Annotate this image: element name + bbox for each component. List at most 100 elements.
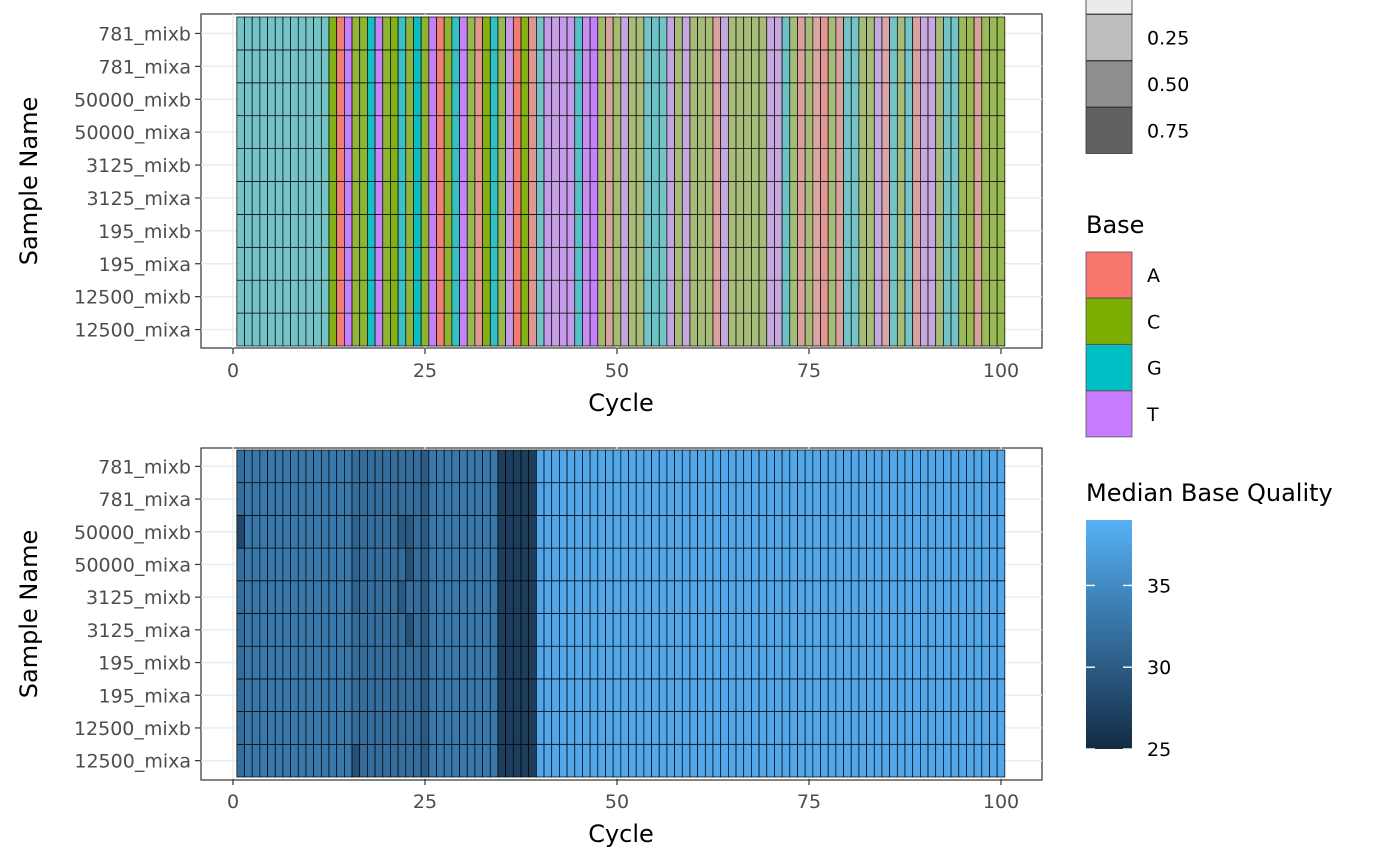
heatmap-cell xyxy=(313,580,322,614)
heatmap-cell xyxy=(927,515,937,549)
heatmap-cell xyxy=(935,82,944,117)
heatmap-cell xyxy=(382,49,391,84)
heatmap-cell xyxy=(689,181,698,215)
base-legend-label: C xyxy=(1147,311,1160,333)
heatmap-cell xyxy=(290,743,299,778)
heatmap-cell xyxy=(843,214,852,248)
heatmap-cell xyxy=(804,49,814,84)
heatmap-cell xyxy=(582,613,591,647)
heatmap-cell xyxy=(827,279,837,314)
heatmap-cell xyxy=(259,743,268,778)
heatmap-cell xyxy=(605,82,614,117)
heatmap-cell xyxy=(328,312,338,347)
heatmap-cell xyxy=(612,449,622,484)
heatmap-cell xyxy=(612,678,622,712)
heatmap-cell xyxy=(743,246,752,281)
heatmap-cell xyxy=(789,181,798,215)
heatmap-cell xyxy=(943,678,952,712)
heatmap-cell xyxy=(605,181,614,215)
heatmap-cell xyxy=(735,312,745,347)
heatmap-cell xyxy=(466,743,476,778)
heatmap-cell xyxy=(474,613,483,647)
heatmap-cell xyxy=(681,312,691,347)
heatmap-cell xyxy=(912,148,921,182)
heatmap-cell xyxy=(827,580,837,614)
heatmap-cell xyxy=(282,82,291,117)
heatmap-cell xyxy=(858,449,867,484)
heatmap-cell xyxy=(728,246,737,281)
heatmap-cell xyxy=(344,645,353,680)
heatmap-cell xyxy=(405,515,414,549)
heatmap-cell xyxy=(920,678,929,712)
heatmap-cell xyxy=(474,482,483,516)
heatmap-cell xyxy=(943,645,952,680)
heatmap-cell xyxy=(520,580,530,614)
heatmap-cell xyxy=(489,711,499,745)
heatmap-cell xyxy=(958,515,967,549)
heatmap-cell xyxy=(413,613,422,647)
heatmap-cell xyxy=(850,482,860,516)
heatmap-cell xyxy=(835,279,844,314)
heatmap-cell xyxy=(620,49,629,84)
heatmap-cell xyxy=(781,515,791,549)
heatmap-cell xyxy=(912,613,921,647)
heatmap-cell xyxy=(966,82,975,117)
heatmap-cell xyxy=(359,482,368,516)
heatmap-cell xyxy=(336,16,345,51)
heatmap-cell xyxy=(973,148,983,182)
heatmap-cell xyxy=(866,613,875,647)
heatmap-cell xyxy=(850,449,860,484)
heatmap-cell xyxy=(804,613,814,647)
heatmap-cell xyxy=(359,580,368,614)
heatmap-cell xyxy=(904,181,914,215)
heatmap-cell xyxy=(267,49,276,84)
heatmap-cell xyxy=(712,449,722,484)
heatmap-cell xyxy=(559,115,568,149)
heatmap-cell xyxy=(612,279,622,314)
heatmap-cell xyxy=(912,49,921,84)
heatmap-cell xyxy=(628,16,637,51)
heatmap-cell xyxy=(551,115,560,149)
heatmap-cell xyxy=(328,645,338,680)
heatmap-cell xyxy=(474,181,483,215)
heatmap-cell xyxy=(720,148,729,182)
heatmap-cell xyxy=(497,547,506,582)
heatmap-cell xyxy=(259,49,268,84)
x-tick-label: 25 xyxy=(413,360,437,382)
heatmap-cell xyxy=(820,246,829,281)
heatmap-cell xyxy=(390,743,399,778)
top-panel: 12500_mixa12500_mixb195_mixa195_mixb3125… xyxy=(15,13,1043,417)
heatmap-cell xyxy=(328,580,338,614)
heatmap-cell xyxy=(628,547,637,582)
heatmap-cell xyxy=(651,49,660,84)
heatmap-cell xyxy=(297,743,307,778)
heatmap-cell xyxy=(912,482,921,516)
heatmap-cell xyxy=(697,613,706,647)
heatmap-cell xyxy=(789,49,798,84)
heatmap-cell xyxy=(835,49,844,84)
heatmap-cell xyxy=(559,246,568,281)
heatmap-cell xyxy=(443,49,453,84)
heatmap-cell xyxy=(858,580,867,614)
heatmap-cell xyxy=(344,82,353,117)
heatmap-cell xyxy=(382,449,391,484)
heatmap-cell xyxy=(758,181,768,215)
heatmap-cell xyxy=(436,246,445,281)
heatmap-cell xyxy=(566,246,576,281)
heatmap-cell xyxy=(512,743,522,778)
heatmap-cell xyxy=(612,547,622,582)
heatmap-cell xyxy=(651,645,660,680)
heatmap-cell xyxy=(896,449,906,484)
heatmap-cell xyxy=(305,743,314,778)
heatmap-cell xyxy=(382,482,391,516)
heatmap-cell xyxy=(973,711,983,745)
heatmap-cell xyxy=(443,181,453,215)
heatmap-cell xyxy=(766,148,775,182)
heatmap-cell xyxy=(236,214,245,248)
heatmap-cell xyxy=(827,547,837,582)
heatmap-cell xyxy=(712,613,722,647)
heatmap-cell xyxy=(927,49,937,84)
heatmap-cell xyxy=(781,547,791,582)
heatmap-cell xyxy=(566,312,576,347)
heatmap-cell xyxy=(927,449,937,484)
